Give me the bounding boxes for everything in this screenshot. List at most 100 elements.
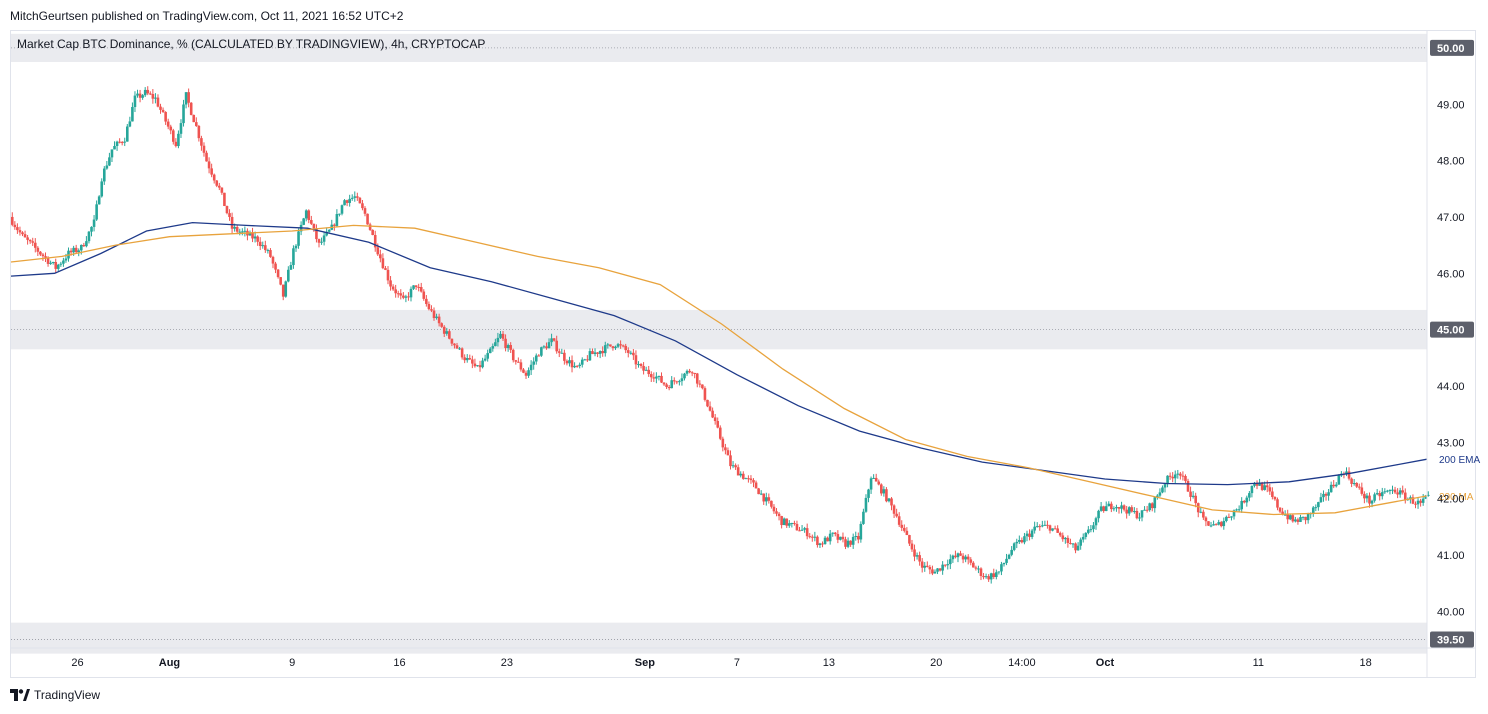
candle bbox=[1375, 489, 1379, 496]
candle bbox=[1352, 479, 1356, 486]
candle bbox=[849, 540, 852, 547]
candle bbox=[844, 536, 847, 550]
candle bbox=[634, 350, 638, 370]
candle bbox=[1161, 485, 1164, 494]
candle bbox=[1066, 535, 1070, 548]
candle bbox=[123, 137, 127, 147]
candle bbox=[207, 157, 211, 174]
candle bbox=[1104, 501, 1108, 512]
candle bbox=[926, 561, 929, 568]
candle bbox=[1035, 522, 1039, 528]
candle bbox=[33, 238, 37, 253]
time-tick-label: 11 bbox=[1253, 657, 1264, 669]
candle bbox=[1365, 493, 1369, 503]
candle bbox=[212, 173, 216, 184]
candle bbox=[851, 533, 855, 549]
candle bbox=[174, 138, 178, 148]
candle bbox=[754, 480, 758, 489]
candle bbox=[182, 99, 185, 127]
candle bbox=[1329, 481, 1333, 493]
candle bbox=[657, 375, 661, 381]
candle bbox=[1327, 488, 1330, 501]
footer-brand[interactable]: TradingView bbox=[10, 688, 100, 702]
candle bbox=[85, 236, 88, 248]
candle bbox=[1038, 524, 1042, 531]
candle bbox=[1319, 492, 1323, 503]
candle bbox=[831, 532, 835, 537]
candle bbox=[1058, 531, 1062, 538]
candle bbox=[972, 561, 975, 568]
candle bbox=[731, 461, 735, 469]
candle bbox=[108, 152, 111, 167]
candle bbox=[1202, 509, 1205, 520]
candle bbox=[425, 295, 428, 307]
candle bbox=[1010, 546, 1013, 557]
candle bbox=[913, 544, 916, 562]
candle bbox=[356, 192, 359, 201]
candle bbox=[343, 199, 346, 206]
time-tick-label: 18 bbox=[1360, 657, 1372, 669]
candle bbox=[159, 103, 162, 114]
candle bbox=[1148, 502, 1151, 512]
candle bbox=[915, 552, 919, 560]
candle bbox=[177, 130, 180, 149]
candle bbox=[279, 277, 282, 286]
candle bbox=[361, 200, 364, 211]
candle bbox=[695, 372, 699, 388]
candle bbox=[1324, 492, 1328, 501]
candle bbox=[1383, 488, 1387, 494]
candle bbox=[1237, 505, 1241, 513]
candle bbox=[1138, 512, 1141, 522]
candle bbox=[220, 187, 224, 195]
candle bbox=[241, 228, 244, 236]
candle bbox=[1007, 553, 1011, 560]
candle bbox=[752, 478, 755, 488]
candle bbox=[793, 520, 796, 526]
candle bbox=[97, 195, 101, 205]
candle bbox=[1081, 533, 1085, 543]
price-chart[interactable]: 200 EMA200 MA 49.0048.0047.0046.0044.004… bbox=[0, 0, 1488, 714]
candle bbox=[1130, 505, 1134, 513]
candle bbox=[992, 568, 996, 580]
candle bbox=[269, 248, 272, 258]
candle bbox=[846, 537, 850, 549]
candle bbox=[131, 102, 134, 122]
candle bbox=[172, 128, 175, 145]
candle bbox=[859, 521, 863, 543]
candle bbox=[961, 553, 965, 564]
candle bbox=[322, 231, 326, 246]
candle bbox=[274, 261, 277, 274]
candle bbox=[1089, 525, 1093, 533]
candle bbox=[920, 558, 924, 573]
candle bbox=[974, 565, 978, 571]
candle bbox=[1000, 561, 1003, 576]
candle bbox=[908, 534, 911, 547]
time-tick-label: 13 bbox=[823, 657, 835, 669]
candle bbox=[770, 500, 773, 509]
time-tick-label: Oct bbox=[1096, 657, 1115, 669]
candle bbox=[1133, 507, 1136, 514]
candle bbox=[1230, 516, 1233, 521]
candle bbox=[1204, 516, 1208, 527]
candle bbox=[113, 141, 116, 150]
price-tick-label: 47.00 bbox=[1437, 212, 1465, 224]
price-tick-label: 43.00 bbox=[1437, 437, 1465, 449]
candle bbox=[110, 149, 114, 162]
candle bbox=[1345, 467, 1348, 477]
candle bbox=[1212, 520, 1215, 526]
candle bbox=[1051, 528, 1054, 532]
candle bbox=[156, 94, 160, 108]
candle bbox=[394, 284, 397, 298]
candle bbox=[739, 471, 743, 478]
candle bbox=[21, 231, 24, 237]
candle bbox=[703, 386, 707, 402]
candle bbox=[1053, 525, 1057, 530]
symbol-title[interactable]: Market Cap BTC Dominance, % (CALCULATED … bbox=[17, 37, 485, 51]
candle bbox=[701, 384, 704, 390]
candle bbox=[785, 518, 789, 528]
candle bbox=[782, 517, 786, 526]
candle bbox=[1002, 562, 1006, 567]
candle bbox=[100, 178, 104, 198]
price-tick-label: 46.00 bbox=[1437, 268, 1465, 280]
candle bbox=[1322, 490, 1325, 502]
